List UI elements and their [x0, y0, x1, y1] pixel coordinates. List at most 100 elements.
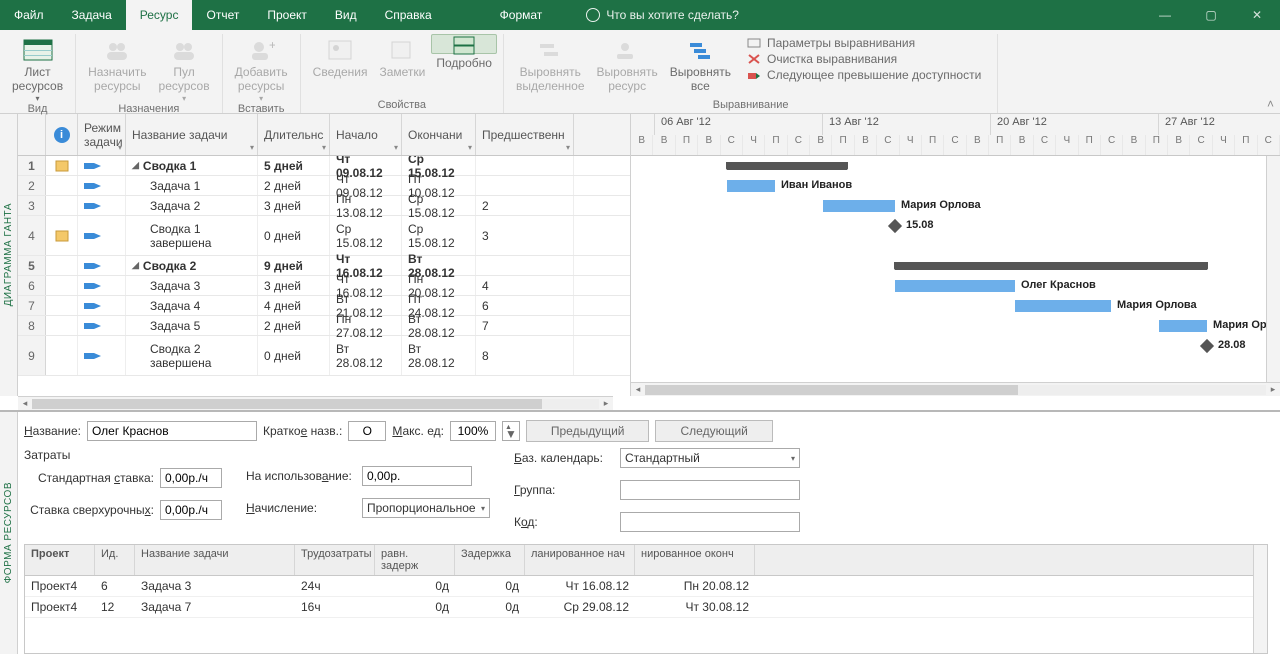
level-selection-button[interactable]: Выровнять выделенное: [510, 34, 591, 94]
resource-sheet-icon: [22, 36, 54, 64]
task-row[interactable]: 3Задача 23 днейПн 13.08.12Ср 15.08.122: [18, 196, 630, 216]
ribbon: Лист ресурсов▾ Вид Назначить ресурсы Пул…: [0, 30, 1280, 114]
std-rate-input[interactable]: [160, 468, 222, 488]
add-resources-button[interactable]: +Добавить ресурсы▾: [229, 34, 294, 103]
task-row[interactable]: 2Задача 12 днейЧт 09.08.12Пт 10.08.12: [18, 176, 630, 196]
assign-col[interactable]: Трудозатраты: [295, 545, 375, 575]
gantt-hscroll[interactable]: ◂▸: [631, 382, 1280, 396]
max-input[interactable]: [450, 421, 496, 441]
tell-me-search[interactable]: Что вы хотите сделать?: [586, 0, 739, 30]
col-mode[interactable]: Режим задачи▾: [78, 114, 126, 155]
task-row[interactable]: 7Задача 44 днейВт 21.08.12Пт 24.08.126: [18, 296, 630, 316]
col-name[interactable]: Название задачи▾: [126, 114, 258, 155]
settings-icon: [747, 37, 761, 49]
card-icon: [324, 36, 356, 64]
tab-project[interactable]: Проект: [253, 0, 321, 30]
task-bar[interactable]: [727, 180, 775, 192]
gantt-view-strip[interactable]: ДИАГРАММА ГАНТА: [0, 114, 18, 396]
short-input[interactable]: [348, 421, 386, 441]
minimize-button[interactable]: —: [1142, 0, 1188, 30]
accrue-select[interactable]: Пропорциональное▾: [362, 498, 490, 518]
tab-report[interactable]: Отчет: [192, 0, 253, 30]
assign-col[interactable]: Ид.: [95, 545, 135, 575]
tab-resource[interactable]: Ресурс: [126, 0, 193, 30]
assignment-row[interactable]: Проект46Задача 324ч0д0дЧт 16.08.12Пн 20.…: [25, 576, 1253, 597]
code-input[interactable]: [620, 512, 800, 532]
name-label: Название:: [24, 424, 81, 438]
leveling-options-link[interactable]: Параметры выравнивания: [747, 36, 981, 50]
name-input[interactable]: [87, 421, 257, 441]
tab-file[interactable]: Файл: [0, 0, 58, 30]
max-label: Макс. ед:: [392, 424, 444, 438]
col-info[interactable]: i: [46, 114, 78, 155]
group-input[interactable]: [620, 480, 800, 500]
ovt-rate-input[interactable]: [160, 500, 222, 520]
task-row[interactable]: 4Сводка 1 завершена0 днейСр 15.08.12Ср 1…: [18, 216, 630, 256]
resource-sheet-button[interactable]: Лист ресурсов▾: [6, 34, 69, 103]
task-row[interactable]: 8Задача 52 днейПн 27.08.12Вт 28.08.127: [18, 316, 630, 336]
level-all-icon: [684, 36, 716, 64]
short-label: Краткое назв.:: [263, 424, 342, 438]
task-row[interactable]: 9Сводка 2 завершена0 днейВт 28.08.12Вт 2…: [18, 336, 630, 376]
close-button[interactable]: ✕: [1234, 0, 1280, 30]
accrue-label: Начисление:: [246, 501, 356, 515]
bar-label: Мария Орлова: [1117, 299, 1197, 311]
clear-leveling-link[interactable]: Очистка выравнивания: [747, 52, 981, 66]
notes-button[interactable]: Заметки: [373, 34, 431, 80]
code-label: Код:: [514, 515, 614, 529]
group-props-label: Свойства: [301, 99, 503, 113]
tab-task[interactable]: Задача: [58, 0, 126, 30]
gantt-vscroll[interactable]: [1266, 156, 1280, 382]
col-finish[interactable]: Окончани▾: [402, 114, 476, 155]
level-icon: [611, 36, 643, 64]
task-row[interactable]: 5◢Сводка 29 днейЧт 16.08.12Вт 28.08.12: [18, 256, 630, 276]
assign-col[interactable]: ланированное нач: [525, 545, 635, 575]
level-resource-button[interactable]: Выровнять ресурс: [591, 34, 664, 94]
col-predecessors[interactable]: Предшественн▾: [476, 114, 574, 155]
tell-me-label: Что вы хотите сделать?: [606, 8, 739, 22]
resource-pool-button[interactable]: Пул ресурсов▾: [153, 34, 216, 103]
task-bar[interactable]: [895, 280, 1015, 292]
maximize-button[interactable]: ▢: [1188, 0, 1234, 30]
milestone[interactable]: [888, 219, 902, 233]
per-use-input[interactable]: [362, 466, 472, 486]
prev-button[interactable]: Предыдущий: [526, 420, 650, 442]
assign-col[interactable]: Название задачи: [135, 545, 295, 575]
summary-bar[interactable]: [895, 262, 1207, 270]
collapse-ribbon-icon[interactable]: ˄: [1267, 97, 1274, 111]
assign-col[interactable]: Проект: [25, 545, 95, 575]
tab-format[interactable]: Формат: [486, 0, 557, 30]
assign-col[interactable]: нированное оконч: [635, 545, 755, 575]
task-bar[interactable]: [823, 200, 895, 212]
calendar-select[interactable]: Стандартный▾: [620, 448, 800, 468]
next-button[interactable]: Следующий: [655, 420, 772, 442]
resource-form-strip[interactable]: ФОРМА РЕСУРСОВ: [0, 412, 18, 654]
bar-label: Иван Иванов: [781, 179, 852, 191]
assign-col[interactable]: Задержка: [455, 545, 525, 575]
info-icon: i: [54, 127, 70, 143]
assign-resources-button[interactable]: Назначить ресурсы: [82, 34, 152, 94]
task-bar[interactable]: [1015, 300, 1111, 312]
task-bar[interactable]: [1159, 320, 1207, 332]
milestone[interactable]: [1200, 339, 1214, 353]
level-all-button[interactable]: Выровнять все: [664, 34, 737, 94]
assignment-vscroll[interactable]: [1253, 545, 1267, 653]
note-icon: [386, 36, 418, 64]
assignment-table: ПроектИд.Название задачиТрудозатратыравн…: [24, 544, 1268, 654]
tab-help[interactable]: Справка: [371, 0, 446, 30]
info-button[interactable]: Сведения: [307, 34, 374, 80]
next-overallocation-link[interactable]: Следующее превышение доступности: [747, 68, 981, 82]
tab-view[interactable]: Вид: [321, 0, 371, 30]
assignment-row[interactable]: Проект412Задача 716ч0д0дСр 29.08.12Чт 30…: [25, 597, 1253, 618]
details-button[interactable]: Подробно: [431, 34, 497, 54]
summary-bar[interactable]: [727, 162, 847, 170]
col-duration[interactable]: Длительнс▾: [258, 114, 330, 155]
task-hscroll[interactable]: ◂▸: [18, 396, 613, 410]
assign-col[interactable]: равн. задерж: [375, 545, 455, 575]
col-start[interactable]: Начало▾: [330, 114, 402, 155]
task-row[interactable]: 1◢Сводка 15 днейЧт 09.08.12Ср 15.08.12: [18, 156, 630, 176]
task-row[interactable]: 6Задача 33 днейЧт 16.08.12Пн 20.08.124: [18, 276, 630, 296]
spinner-icon[interactable]: ▲▼: [502, 421, 520, 441]
task-table-header: i Режим задачи▾ Название задачи▾ Длитель…: [18, 114, 630, 156]
group-level-label: Выравнивание: [504, 99, 997, 113]
